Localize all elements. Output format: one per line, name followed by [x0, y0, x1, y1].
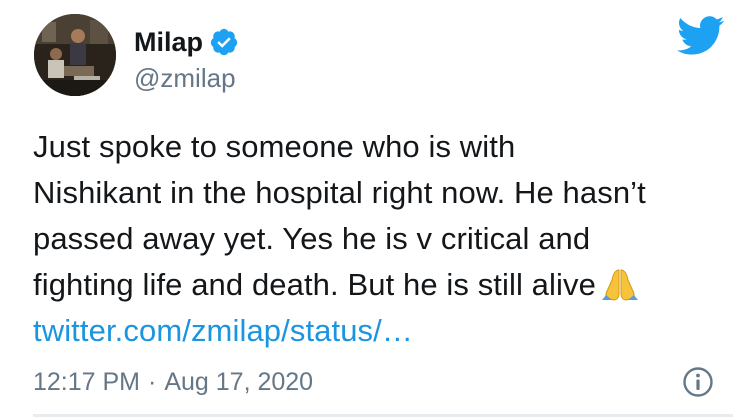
- avatar-photo: [34, 14, 116, 96]
- tweet-text-line: fighting life and death. But he is still…: [33, 267, 596, 302]
- author-name-row[interactable]: Milap: [134, 26, 239, 58]
- timestamp-separator: ·: [148, 368, 157, 396]
- card-divider: [33, 414, 733, 417]
- twitter-bird-icon[interactable]: [677, 16, 725, 56]
- tweet-text-line: passed away yet. Yes he is v critical an…: [33, 221, 591, 256]
- info-icon[interactable]: [682, 366, 714, 398]
- author-handle[interactable]: @zmilap: [134, 62, 236, 94]
- avatar[interactable]: [34, 14, 116, 96]
- folded-hands-icon: [601, 269, 638, 301]
- tweet-timestamp[interactable]: 12:17 PM · Aug 17, 2020: [33, 366, 313, 398]
- tweet-link[interactable]: twitter.com/zmilap/status/…: [33, 308, 733, 354]
- author-display-name[interactable]: Milap: [134, 26, 203, 58]
- tweet-text-line-last: fighting life and death. But he is still…: [33, 262, 733, 308]
- tweet-text-line: Just spoke to someone who is with: [33, 129, 516, 164]
- tweet-time: 12:17 PM: [33, 368, 141, 396]
- tweet-date: Aug 17, 2020: [164, 368, 314, 396]
- tweet-text: Just spoke to someone who is with Nishik…: [33, 124, 733, 354]
- tweet-card: Milap @zmilap Just spoke to someone who …: [0, 0, 751, 420]
- verified-badge-icon: [210, 28, 238, 56]
- tweet-text-line: Nishikant in the hospital right now. He …: [33, 175, 646, 210]
